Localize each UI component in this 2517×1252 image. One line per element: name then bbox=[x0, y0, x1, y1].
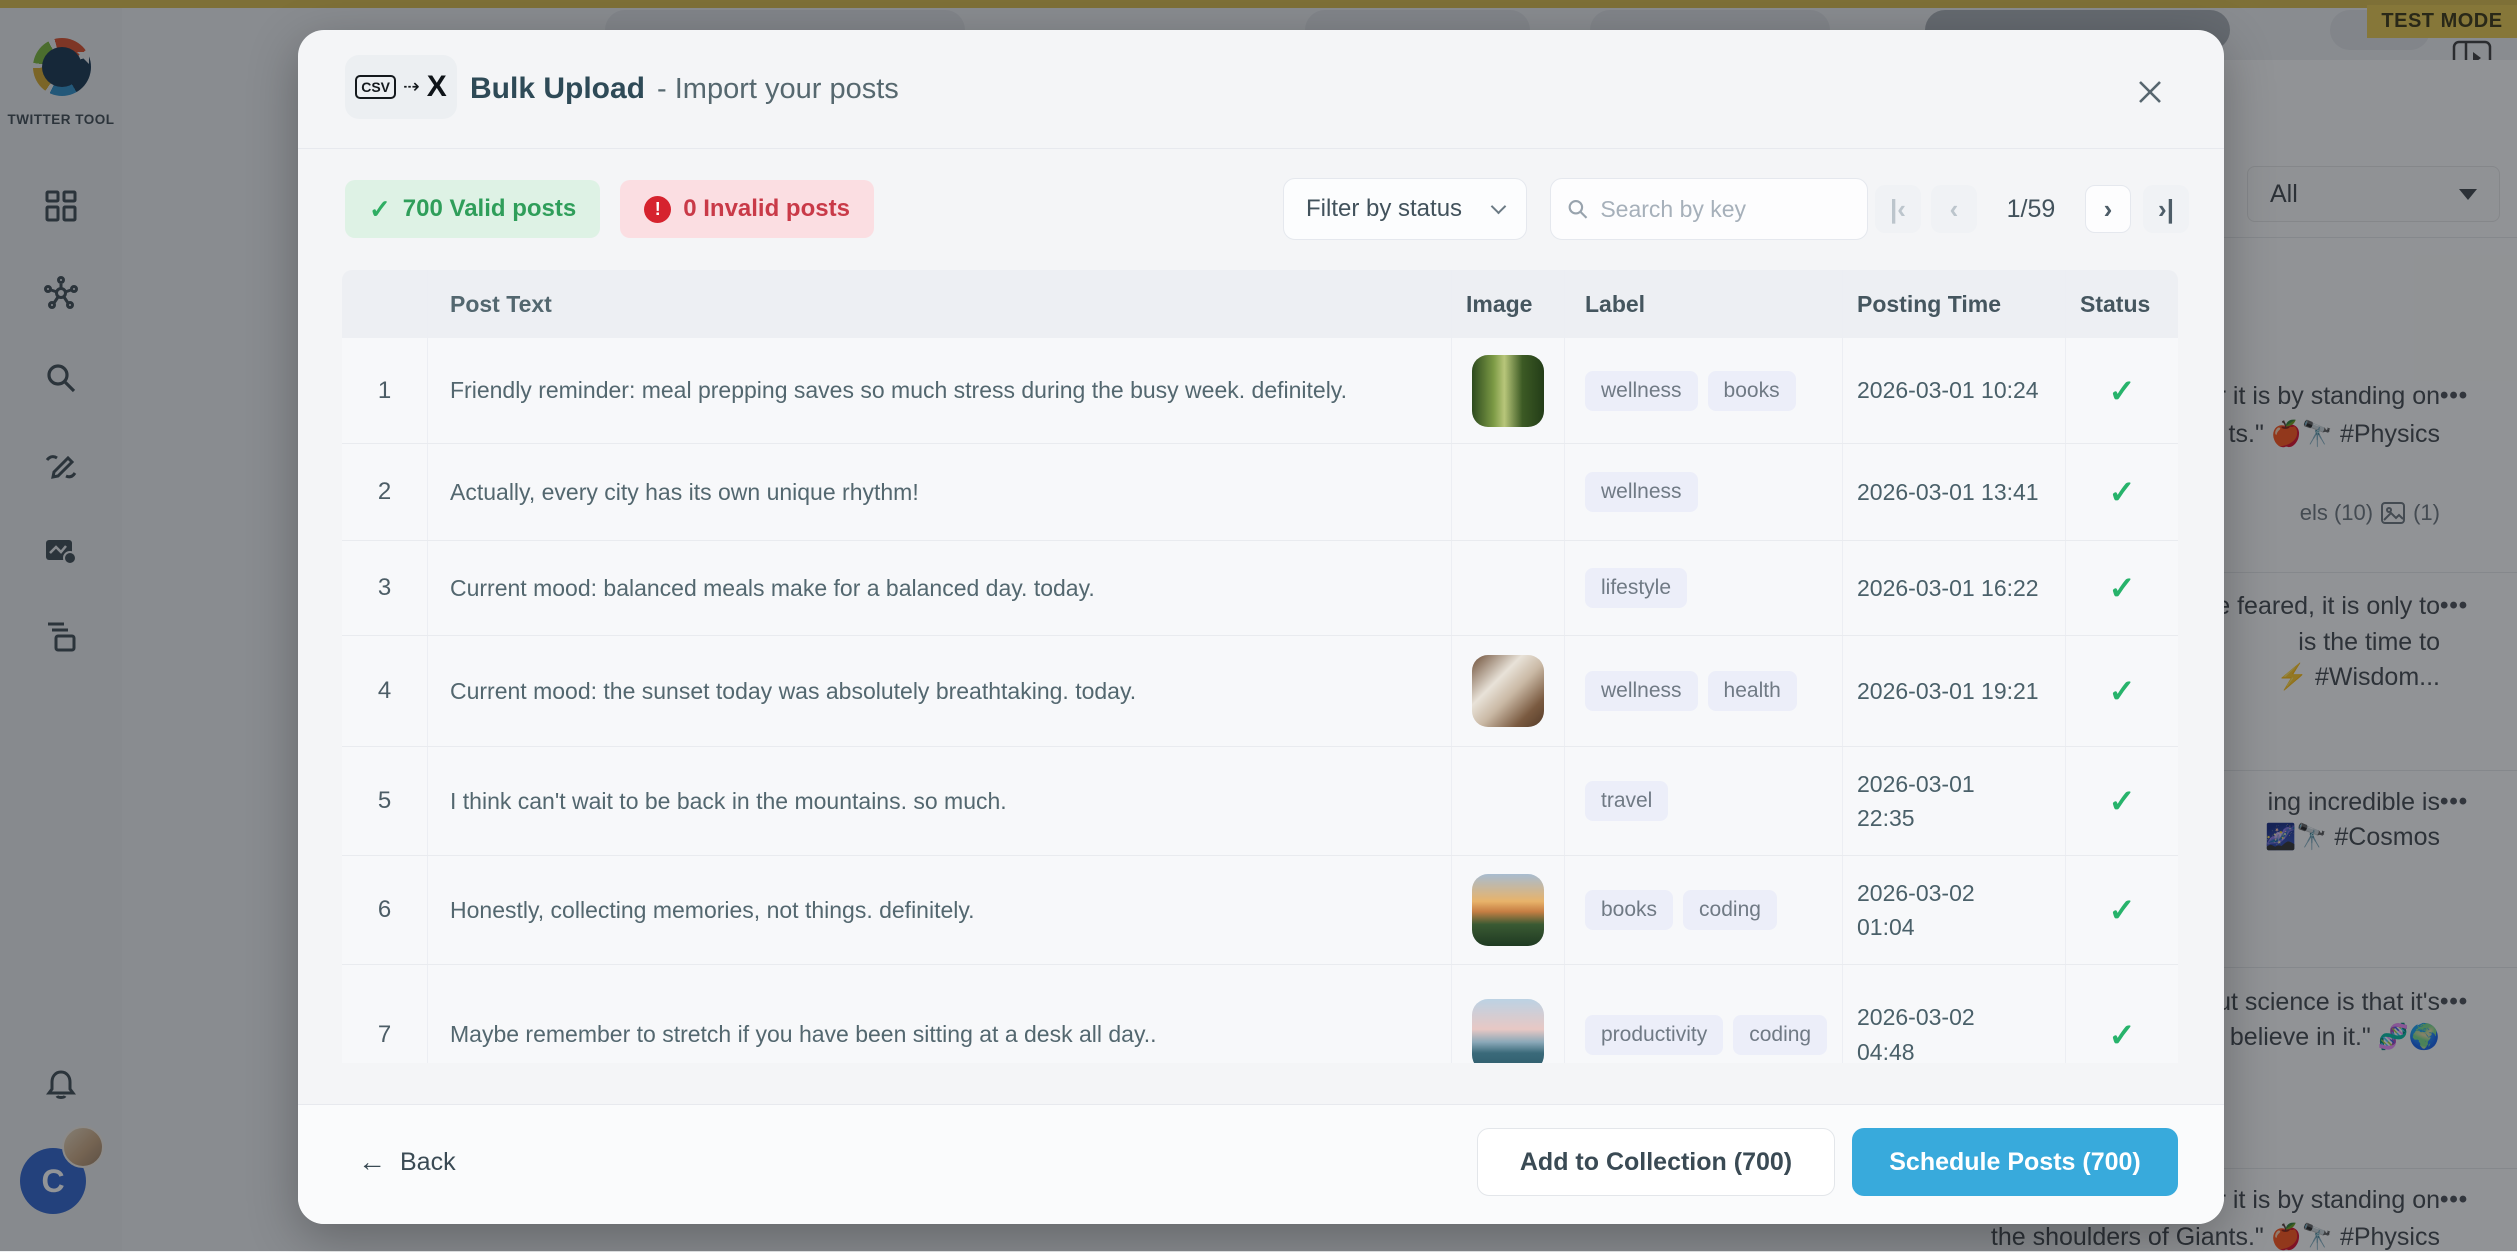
chevron-down-icon bbox=[1491, 198, 1507, 214]
post-thumbnail-forest bbox=[1472, 355, 1544, 427]
table-row: 5 I think can't wait to be back in the m… bbox=[342, 747, 2178, 856]
label-chip: health bbox=[1708, 671, 1797, 711]
status-check-icon bbox=[2109, 672, 2136, 710]
modal-subtitle: - Import your posts bbox=[657, 73, 899, 106]
label-chip: wellness bbox=[1585, 472, 1698, 512]
arrow-right-icon: ⇢ bbox=[403, 77, 420, 97]
close-icon[interactable] bbox=[2130, 72, 2170, 112]
header-post-text: Post Text bbox=[428, 270, 1452, 338]
last-page-button[interactable] bbox=[2143, 185, 2189, 233]
row-number: 4 bbox=[342, 636, 428, 746]
post-text: Current mood: the sunset today was absol… bbox=[428, 636, 1452, 746]
previous-page-button[interactable] bbox=[1931, 185, 1977, 233]
header-row-number bbox=[342, 270, 428, 338]
header-posting-time: Posting Time bbox=[1843, 270, 2066, 338]
exclamation-icon bbox=[644, 196, 671, 223]
table-row: 2 Actually, every city has its own uniqu… bbox=[342, 444, 2178, 541]
x-logo-icon: X bbox=[427, 72, 447, 102]
table-header-row: Post Text Image Label Posting Time Statu… bbox=[342, 270, 2178, 338]
label-chip: coding bbox=[1683, 890, 1777, 930]
table-row: 6 Honestly, collecting memories, not thi… bbox=[342, 856, 2178, 965]
back-button[interactable]: Back bbox=[358, 1128, 456, 1196]
table-row: 4 Current mood: the sunset today was abs… bbox=[342, 636, 2178, 747]
label-chip: travel bbox=[1585, 781, 1668, 821]
post-text: Maybe remember to stretch if you have be… bbox=[428, 965, 1452, 1063]
table-row: 1 Friendly reminder: meal prepping saves… bbox=[342, 338, 2178, 444]
schedule-posts-button[interactable]: Schedule Posts (700) bbox=[1852, 1128, 2178, 1196]
status-check-icon bbox=[2109, 569, 2136, 607]
posts-table: Post Text Image Label Posting Time Statu… bbox=[342, 270, 2178, 1063]
post-text: Actually, every city has its own unique … bbox=[428, 444, 1452, 540]
row-number: 1 bbox=[342, 338, 428, 443]
search-box bbox=[1550, 178, 1868, 240]
posting-time: 2026-03-01 10:24 bbox=[1843, 338, 2066, 443]
header-status: Status bbox=[2066, 270, 2178, 338]
status-check-icon bbox=[2109, 1016, 2136, 1054]
valid-posts-badge: 700 Valid posts bbox=[345, 180, 600, 238]
post-thumbnail-lake bbox=[1472, 999, 1544, 1064]
posting-time: 2026-03-01 19:21 bbox=[1843, 636, 2066, 746]
label-chip: wellness bbox=[1585, 371, 1698, 411]
posting-time: 2026-03-01 16:22 bbox=[1843, 541, 2066, 635]
label-chip: lifestyle bbox=[1585, 568, 1687, 608]
search-input[interactable] bbox=[1598, 195, 1851, 224]
status-check-icon bbox=[2109, 372, 2136, 410]
header-image: Image bbox=[1452, 270, 1565, 338]
check-icon bbox=[369, 194, 391, 225]
post-thumbnail-desk bbox=[1472, 655, 1544, 727]
post-thumbnail-mountain bbox=[1472, 874, 1544, 946]
post-text: I think can't wait to be back in the mou… bbox=[428, 747, 1452, 855]
add-to-collection-button[interactable]: Add to Collection (700) bbox=[1477, 1128, 1835, 1196]
csv-icon: CSV bbox=[355, 75, 396, 99]
posting-time: 2026-03-02 01:04 bbox=[1857, 876, 1989, 945]
bulk-upload-modal: CSV ⇢ X Bulk Upload - Import your posts … bbox=[298, 30, 2224, 1224]
label-chip: books bbox=[1708, 371, 1796, 411]
label-chip: productivity bbox=[1585, 1015, 1723, 1055]
posting-time: 2026-03-01 13:41 bbox=[1843, 444, 2066, 540]
pagination: 1/59 bbox=[1875, 185, 2189, 233]
post-text: Current mood: balanced meals make for a … bbox=[428, 541, 1452, 635]
posting-time: 2026-03-01 22:35 bbox=[1857, 767, 1989, 836]
table-row: 7 Maybe remember to stretch if you have … bbox=[342, 965, 2178, 1063]
row-number: 7 bbox=[342, 965, 428, 1063]
posting-time: 2026-03-02 04:48 bbox=[1857, 1000, 1989, 1063]
invalid-posts-badge: 0 Invalid posts bbox=[620, 180, 874, 238]
modal-header: CSV ⇢ X Bulk Upload - Import your posts bbox=[298, 30, 2224, 148]
status-check-icon bbox=[2109, 473, 2136, 511]
row-number: 2 bbox=[342, 444, 428, 540]
row-number: 6 bbox=[342, 856, 428, 964]
row-number: 3 bbox=[342, 541, 428, 635]
header-label: Label bbox=[1565, 270, 1843, 338]
modal-footer: Back Add to Collection (700) Schedule Po… bbox=[298, 1105, 2224, 1224]
page-indicator: 1/59 bbox=[1977, 195, 2085, 224]
arrow-left-icon bbox=[358, 1146, 386, 1178]
label-chip: books bbox=[1585, 890, 1673, 930]
filter-by-status-dropdown[interactable]: Filter by status bbox=[1283, 178, 1527, 240]
csv-to-x-icon: CSV ⇢ X bbox=[345, 55, 457, 119]
label-chip: coding bbox=[1733, 1015, 1827, 1055]
filter-by-status-label: Filter by status bbox=[1306, 195, 1462, 223]
status-check-icon bbox=[2109, 891, 2136, 929]
modal-title: Bulk Upload bbox=[470, 72, 645, 106]
first-page-button[interactable] bbox=[1875, 185, 1921, 233]
status-check-icon bbox=[2109, 782, 2136, 820]
search-icon bbox=[1567, 197, 1588, 221]
table-row: 3 Current mood: balanced meals make for … bbox=[342, 541, 2178, 636]
label-chip: wellness bbox=[1585, 671, 1698, 711]
post-text: Honestly, collecting memories, not thing… bbox=[428, 856, 1452, 964]
post-text: Friendly reminder: meal prepping saves s… bbox=[428, 338, 1452, 443]
next-page-button[interactable] bbox=[2085, 185, 2131, 233]
row-number: 5 bbox=[342, 747, 428, 855]
